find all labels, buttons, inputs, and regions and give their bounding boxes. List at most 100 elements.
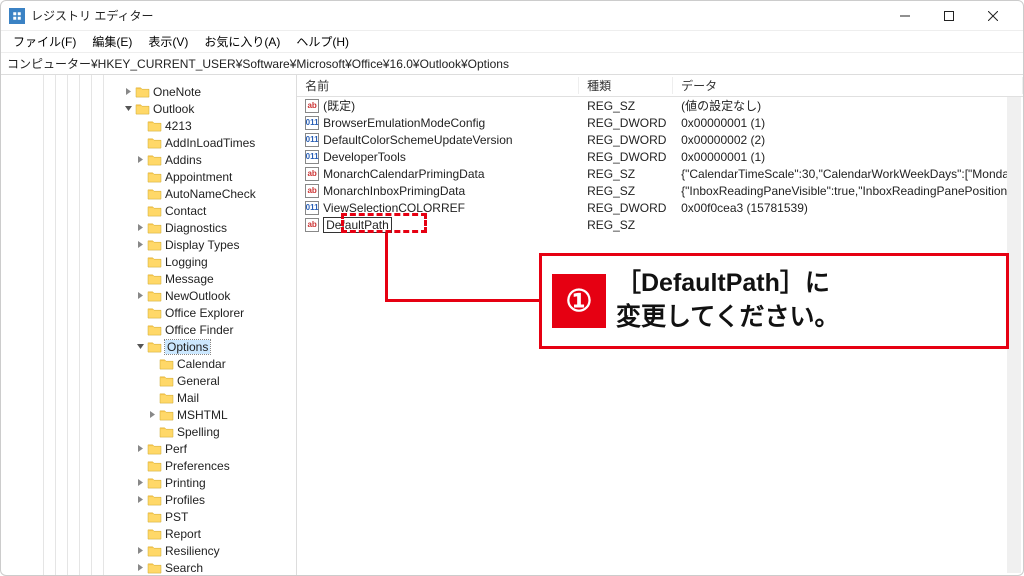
tree-item[interactable]: Mail bbox=[1, 389, 296, 406]
tree-item[interactable]: Perf bbox=[1, 440, 296, 457]
tree-item[interactable]: Office Explorer bbox=[1, 304, 296, 321]
tree-item[interactable]: PST bbox=[1, 508, 296, 525]
expand-icon[interactable] bbox=[133, 444, 147, 453]
tree-item[interactable]: Logging bbox=[1, 253, 296, 270]
value-icon: ab bbox=[305, 218, 319, 232]
tree-item[interactable]: OneNote bbox=[1, 83, 296, 100]
registry-value-row[interactable]: 011BrowserEmulationModeConfigREG_DWORD0x… bbox=[297, 114, 1023, 131]
tree-item[interactable]: Printing bbox=[1, 474, 296, 491]
tree-item-label: Office Finder bbox=[165, 323, 233, 337]
folder-icon bbox=[147, 136, 162, 149]
tree-item[interactable]: Resiliency bbox=[1, 542, 296, 559]
scrollbar[interactable] bbox=[1007, 97, 1021, 573]
tree-item-label: 4213 bbox=[165, 119, 192, 133]
tree-item-label: Resiliency bbox=[165, 544, 220, 558]
tree-item[interactable]: Calendar bbox=[1, 355, 296, 372]
expand-icon[interactable] bbox=[121, 104, 135, 113]
folder-icon bbox=[147, 476, 162, 489]
list-header: 名前 種類 データ bbox=[297, 75, 1023, 97]
value-name-edit[interactable]: DefaultPath bbox=[323, 217, 392, 233]
tree-item[interactable]: AutoNameCheck bbox=[1, 185, 296, 202]
expand-icon[interactable] bbox=[133, 223, 147, 232]
tree-item[interactable]: Message bbox=[1, 270, 296, 287]
expand-icon[interactable] bbox=[145, 410, 159, 419]
folder-icon bbox=[147, 510, 162, 523]
minimize-button[interactable] bbox=[883, 2, 927, 30]
expand-icon[interactable] bbox=[133, 495, 147, 504]
registry-value-row[interactable]: 011DeveloperToolsREG_DWORD0x00000001 (1) bbox=[297, 148, 1023, 165]
folder-icon bbox=[147, 238, 162, 251]
tree-item[interactable]: Spelling bbox=[1, 423, 296, 440]
tree-item[interactable]: Search bbox=[1, 559, 296, 575]
tree-item-label: Options bbox=[165, 340, 210, 354]
value-type: REG_SZ bbox=[579, 218, 673, 232]
expand-icon[interactable] bbox=[133, 291, 147, 300]
expand-icon[interactable] bbox=[133, 563, 147, 572]
expand-icon[interactable] bbox=[133, 342, 147, 351]
tree-item-label: MSHTML bbox=[177, 408, 228, 422]
tree-item[interactable]: Diagnostics bbox=[1, 219, 296, 236]
tree-item[interactable]: General bbox=[1, 372, 296, 389]
tree-item[interactable]: Preferences bbox=[1, 457, 296, 474]
tree-item[interactable]: 4213 bbox=[1, 117, 296, 134]
folder-icon bbox=[147, 255, 162, 268]
tree-item[interactable]: Display Types bbox=[1, 236, 296, 253]
tree-item[interactable]: Office Finder bbox=[1, 321, 296, 338]
tree-item[interactable]: Addins bbox=[1, 151, 296, 168]
registry-value-row[interactable]: ab(既定)REG_SZ(値の設定なし) bbox=[297, 97, 1023, 114]
menu-favorites[interactable]: お気に入り(A) bbox=[198, 31, 286, 52]
tree-item-label: Outlook bbox=[153, 102, 194, 116]
tree-item[interactable]: NewOutlook bbox=[1, 287, 296, 304]
tree-item-label: Profiles bbox=[165, 493, 205, 507]
tree-item[interactable]: Profiles bbox=[1, 491, 296, 508]
tree-item-label: Printing bbox=[165, 476, 206, 490]
expand-icon[interactable] bbox=[133, 546, 147, 555]
expand-icon[interactable] bbox=[133, 478, 147, 487]
tree-item[interactable]: Outlook bbox=[1, 100, 296, 117]
tree-item[interactable]: Contact bbox=[1, 202, 296, 219]
close-button[interactable] bbox=[971, 2, 1015, 30]
col-name[interactable]: 名前 bbox=[297, 77, 579, 94]
folder-icon bbox=[159, 357, 174, 370]
registry-value-row[interactable]: ab DefaultPath REG_SZ bbox=[297, 216, 1023, 233]
folder-icon bbox=[147, 119, 162, 132]
app-icon bbox=[9, 8, 25, 24]
registry-value-row[interactable]: 011DefaultColorSchemeUpdateVersionREG_DW… bbox=[297, 131, 1023, 148]
value-type: REG_DWORD bbox=[579, 150, 673, 164]
tree-item[interactable]: AddInLoadTimes bbox=[1, 134, 296, 151]
menu-help[interactable]: ヘルプ(H) bbox=[290, 31, 355, 52]
value-icon: ab bbox=[305, 184, 319, 198]
col-data[interactable]: データ bbox=[673, 77, 1023, 94]
value-type: REG_SZ bbox=[579, 184, 673, 198]
value-icon: ab bbox=[305, 99, 319, 113]
registry-value-row[interactable]: abMonarchCalendarPrimingDataREG_SZ{"Cale… bbox=[297, 165, 1023, 182]
callout-number: ① bbox=[552, 274, 606, 328]
value-data: {"CalendarTimeScale":30,"CalendarWorkWee… bbox=[673, 167, 1023, 181]
folder-icon bbox=[147, 272, 162, 285]
value-type: REG_SZ bbox=[579, 167, 673, 181]
maximize-button[interactable] bbox=[927, 2, 971, 30]
address-bar[interactable]: コンピューター¥HKEY_CURRENT_USER¥Software¥Micro… bbox=[1, 53, 1023, 75]
value-name: BrowserEmulationModeConfig bbox=[323, 116, 485, 130]
tree-item-label: Appointment bbox=[165, 170, 232, 184]
col-type[interactable]: 種類 bbox=[579, 77, 673, 94]
tree-item-label: PST bbox=[165, 510, 188, 524]
folder-icon bbox=[147, 187, 162, 200]
tree-item-label: Search bbox=[165, 561, 203, 575]
tree-pane[interactable]: OneNote Outlook 4213AddInLoadTimesAddins Ap… bbox=[1, 75, 297, 575]
tree-item[interactable]: Report bbox=[1, 525, 296, 542]
value-type: REG_DWORD bbox=[579, 201, 673, 215]
registry-value-row[interactable]: 011ViewSelectionCOLORREFREG_DWORD0x00f0c… bbox=[297, 199, 1023, 216]
expand-icon[interactable] bbox=[133, 240, 147, 249]
tree-item[interactable]: MSHTML bbox=[1, 406, 296, 423]
menu-view[interactable]: 表示(V) bbox=[142, 31, 194, 52]
expand-icon[interactable] bbox=[133, 155, 147, 164]
tree-item[interactable]: Options bbox=[1, 338, 296, 355]
tree-item[interactable]: Appointment bbox=[1, 168, 296, 185]
menu-file[interactable]: ファイル(F) bbox=[7, 31, 82, 52]
menu-edit[interactable]: 編集(E) bbox=[86, 31, 138, 52]
registry-value-row[interactable]: abMonarchInboxPrimingDataREG_SZ{"InboxRe… bbox=[297, 182, 1023, 199]
tree-item-label: General bbox=[177, 374, 220, 388]
expand-icon[interactable] bbox=[121, 87, 135, 96]
tree-item-label: Message bbox=[165, 272, 214, 286]
